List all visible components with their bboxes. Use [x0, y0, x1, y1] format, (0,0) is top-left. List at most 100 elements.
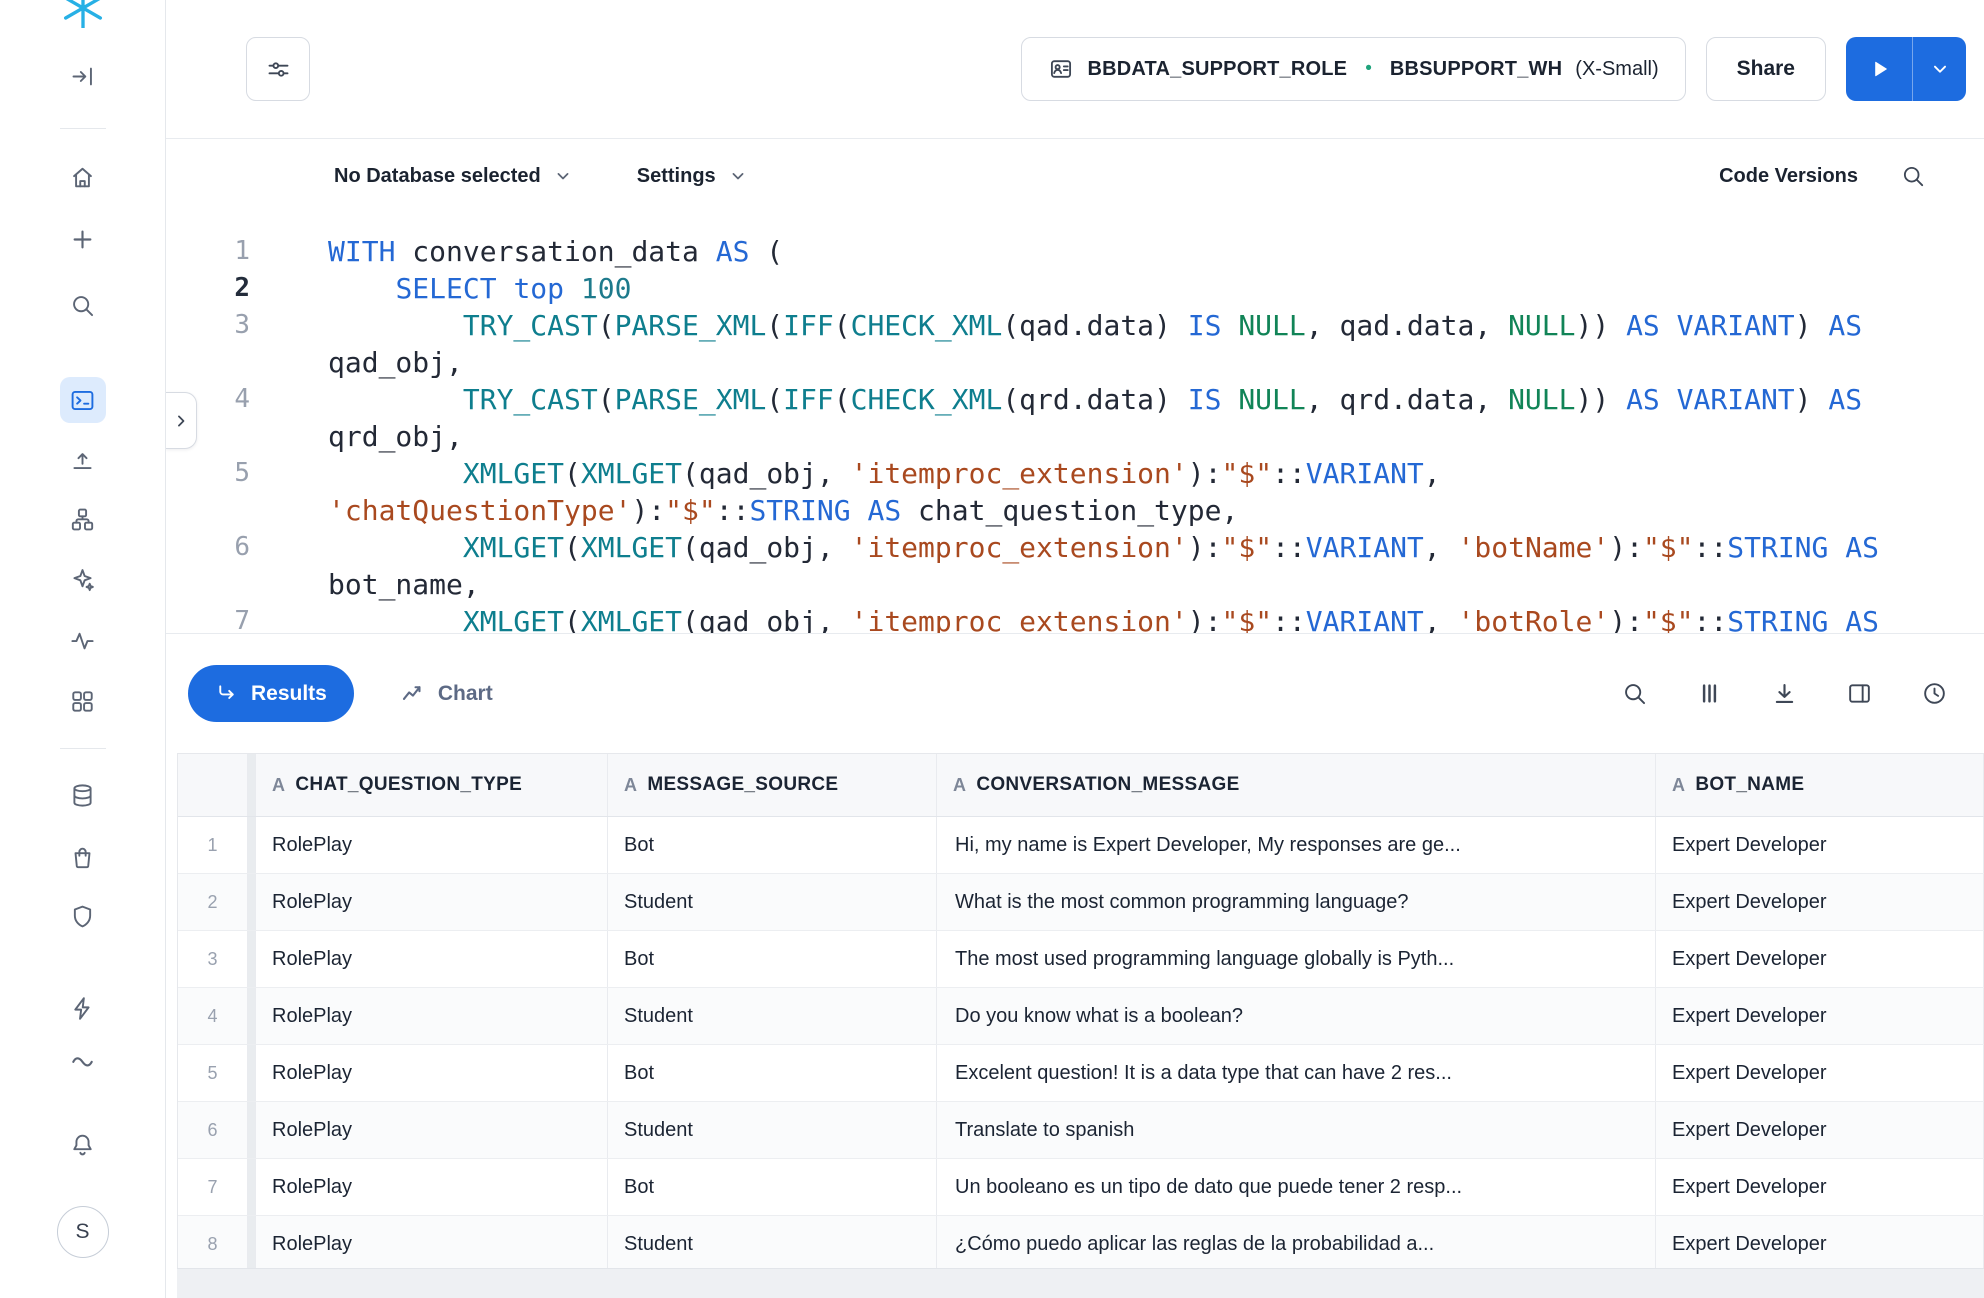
cell-chat_question_type: RolePlay	[256, 1216, 608, 1268]
cell-message_source: Bot	[608, 1045, 937, 1101]
sidebar-item-create-new[interactable]	[60, 217, 106, 261]
cell-message_source: Student	[608, 1102, 937, 1158]
line-number: 2	[166, 270, 286, 307]
results-layout-icon[interactable]	[1846, 680, 1873, 707]
results-search-icon[interactable]	[1621, 680, 1648, 707]
bolt-icon	[69, 995, 96, 1022]
cell-conversation_message: The most used programming language globa…	[937, 931, 1656, 987]
table-row[interactable]: 1RolePlayBotHi, my name is Expert Develo…	[178, 817, 1984, 874]
table-body: 1RolePlayBotHi, my name is Expert Develo…	[178, 817, 1984, 1268]
table-row[interactable]: 5RolePlayBotExcelent question! It is a d…	[178, 1045, 1984, 1102]
code-text: TRY_CAST(PARSE_XML(IFF(CHECK_XML(qrd.dat…	[286, 381, 1862, 418]
column-header-bot_name[interactable]: ABOT_NAME	[1656, 754, 1984, 816]
expand-editor-button[interactable]	[166, 392, 197, 449]
sidebar-item-search[interactable]	[60, 283, 106, 327]
table-row[interactable]: 2RolePlayStudentWhat is the most common …	[178, 874, 1984, 931]
sidebar-item-data-lineage[interactable]	[60, 497, 106, 541]
column-header-conversation_message[interactable]: ACONVERSATION_MESSAGE	[937, 754, 1656, 816]
code-versions-link[interactable]: Code Versions	[1719, 165, 1858, 188]
table-row[interactable]: 6RolePlayStudentTranslate to spanishExpe…	[178, 1102, 1984, 1159]
code-line: qrd_obj,	[166, 418, 1984, 455]
editor-search-icon[interactable]	[1900, 163, 1926, 189]
terminal-icon	[69, 387, 96, 414]
run-button[interactable]	[1846, 37, 1912, 101]
database-icon	[69, 782, 96, 809]
sidebar-item-deploy[interactable]	[60, 437, 106, 481]
results-toolbar: Results Chart	[166, 633, 1984, 753]
results-actions	[1621, 680, 1948, 707]
database-selector[interactable]: No Database selected	[334, 165, 573, 188]
settings-dropdown[interactable]: Settings	[637, 165, 748, 188]
code-text: XMLGET(XMLGET(qad_obj, 'itemproc_extensi…	[286, 603, 1879, 633]
sidebar-item-activity[interactable]	[60, 618, 106, 662]
run-options-button[interactable]	[1912, 37, 1966, 101]
row-number: 1	[178, 817, 248, 873]
sidebar-item-marketplace[interactable]	[60, 835, 106, 879]
play-icon	[1867, 57, 1891, 81]
sql-editor[interactable]: 1WITH conversation_data AS (2 SELECT top…	[166, 213, 1984, 633]
row-number-header	[178, 754, 248, 816]
sidebar-item-worksheets[interactable]	[60, 377, 106, 423]
sidebar-item-home[interactable]	[60, 155, 106, 199]
code-lines: 1WITH conversation_data AS (2 SELECT top…	[166, 233, 1984, 633]
frozen-column-divider	[248, 817, 256, 873]
code-line: bot_name,	[166, 566, 1984, 603]
sidebar-item-automation[interactable]	[60, 986, 106, 1030]
tab-results[interactable]: Results	[188, 665, 354, 722]
toolbar-right-group: BBDATA_SUPPORT_ROLE • BBSUPPORT_WH (X-Sm…	[1021, 37, 1966, 101]
cell-conversation_message: ¿Cómo puedo aplicar las reglas de la pro…	[937, 1216, 1656, 1268]
plus-icon	[69, 226, 96, 253]
cell-bot_name: Expert Developer	[1656, 931, 1984, 987]
row-number: 5	[178, 1045, 248, 1101]
results-download-icon[interactable]	[1771, 680, 1798, 707]
cell-message_source: Bot	[608, 817, 937, 873]
column-header-chat_question_type[interactable]: ACHAT_QUESTION_TYPE	[256, 754, 608, 816]
sidebar-item-streams[interactable]	[60, 1038, 106, 1082]
row-number: 3	[178, 931, 248, 987]
cell-bot_name: Expert Developer	[1656, 1102, 1984, 1158]
horizontal-scrollbar[interactable]	[177, 1268, 1984, 1298]
results-columns-icon[interactable]	[1696, 680, 1723, 707]
cell-message_source: Student	[608, 988, 937, 1044]
role-name: BBDATA_SUPPORT_ROLE	[1087, 58, 1347, 81]
row-number: 2	[178, 874, 248, 930]
sidebar-item-collapse-sidebar[interactable]	[60, 54, 106, 98]
shield-icon	[69, 903, 96, 930]
code-text: TRY_CAST(PARSE_XML(IFF(CHECK_XML(qad.dat…	[286, 307, 1862, 344]
worksheet-options-button[interactable]	[246, 37, 310, 101]
column-label: BOT_NAME	[1695, 774, 1804, 796]
row-number: 8	[178, 1216, 248, 1268]
code-line: 'chatQuestionType'):"$"::STRING AS chat_…	[166, 492, 1984, 529]
table-row[interactable]: 3RolePlayBotThe most used programming la…	[178, 931, 1984, 988]
apps-grid-icon	[69, 688, 96, 715]
sidebar-item-data[interactable]	[60, 773, 106, 817]
cell-conversation_message: What is the most common programming lang…	[937, 874, 1656, 930]
sidebar-item-ai-ml[interactable]	[60, 557, 106, 601]
code-line: 2 SELECT top 100	[166, 270, 1984, 307]
frozen-column-divider	[248, 874, 256, 930]
column-label: MESSAGE_SOURCE	[647, 774, 838, 796]
app-root: S BBDATA_SUPPORT_ROLE • BBSUPPORT_WH (X-…	[0, 0, 1984, 1298]
cell-chat_question_type: RolePlay	[256, 1045, 608, 1101]
table-row[interactable]: 7RolePlayBotUn booleano es un tipo de da…	[178, 1159, 1984, 1216]
sidebar-item-admin[interactable]	[60, 894, 106, 938]
column-header-message_source[interactable]: A MESSAGE_SOURCE	[608, 754, 937, 816]
share-button[interactable]: Share	[1706, 37, 1826, 101]
bell-icon	[69, 1131, 96, 1158]
warehouse-name: BBSUPPORT_WH	[1390, 58, 1562, 81]
table-row[interactable]: 8RolePlayStudent¿Cómo puedo aplicar las …	[178, 1216, 1984, 1268]
results-history-icon[interactable]	[1921, 680, 1948, 707]
cell-bot_name: Expert Developer	[1656, 1045, 1984, 1101]
pulse-icon	[69, 627, 96, 654]
frozen-column-divider	[248, 1102, 256, 1158]
tab-chart[interactable]: Chart	[400, 681, 493, 706]
sidebar-item-notifications[interactable]	[60, 1122, 106, 1166]
text-type-icon: A	[624, 775, 637, 796]
sidebar-item-dashboards[interactable]	[60, 679, 106, 723]
frozen-column-divider	[248, 1216, 256, 1268]
table-row[interactable]: 4RolePlayStudentDo you know what is a bo…	[178, 988, 1984, 1045]
line-number: 1	[166, 233, 286, 270]
user-avatar[interactable]: S	[57, 1206, 109, 1258]
cell-conversation_message: Hi, my name is Expert Developer, My resp…	[937, 817, 1656, 873]
role-warehouse-selector[interactable]: BBDATA_SUPPORT_ROLE • BBSUPPORT_WH (X-Sm…	[1021, 37, 1685, 101]
